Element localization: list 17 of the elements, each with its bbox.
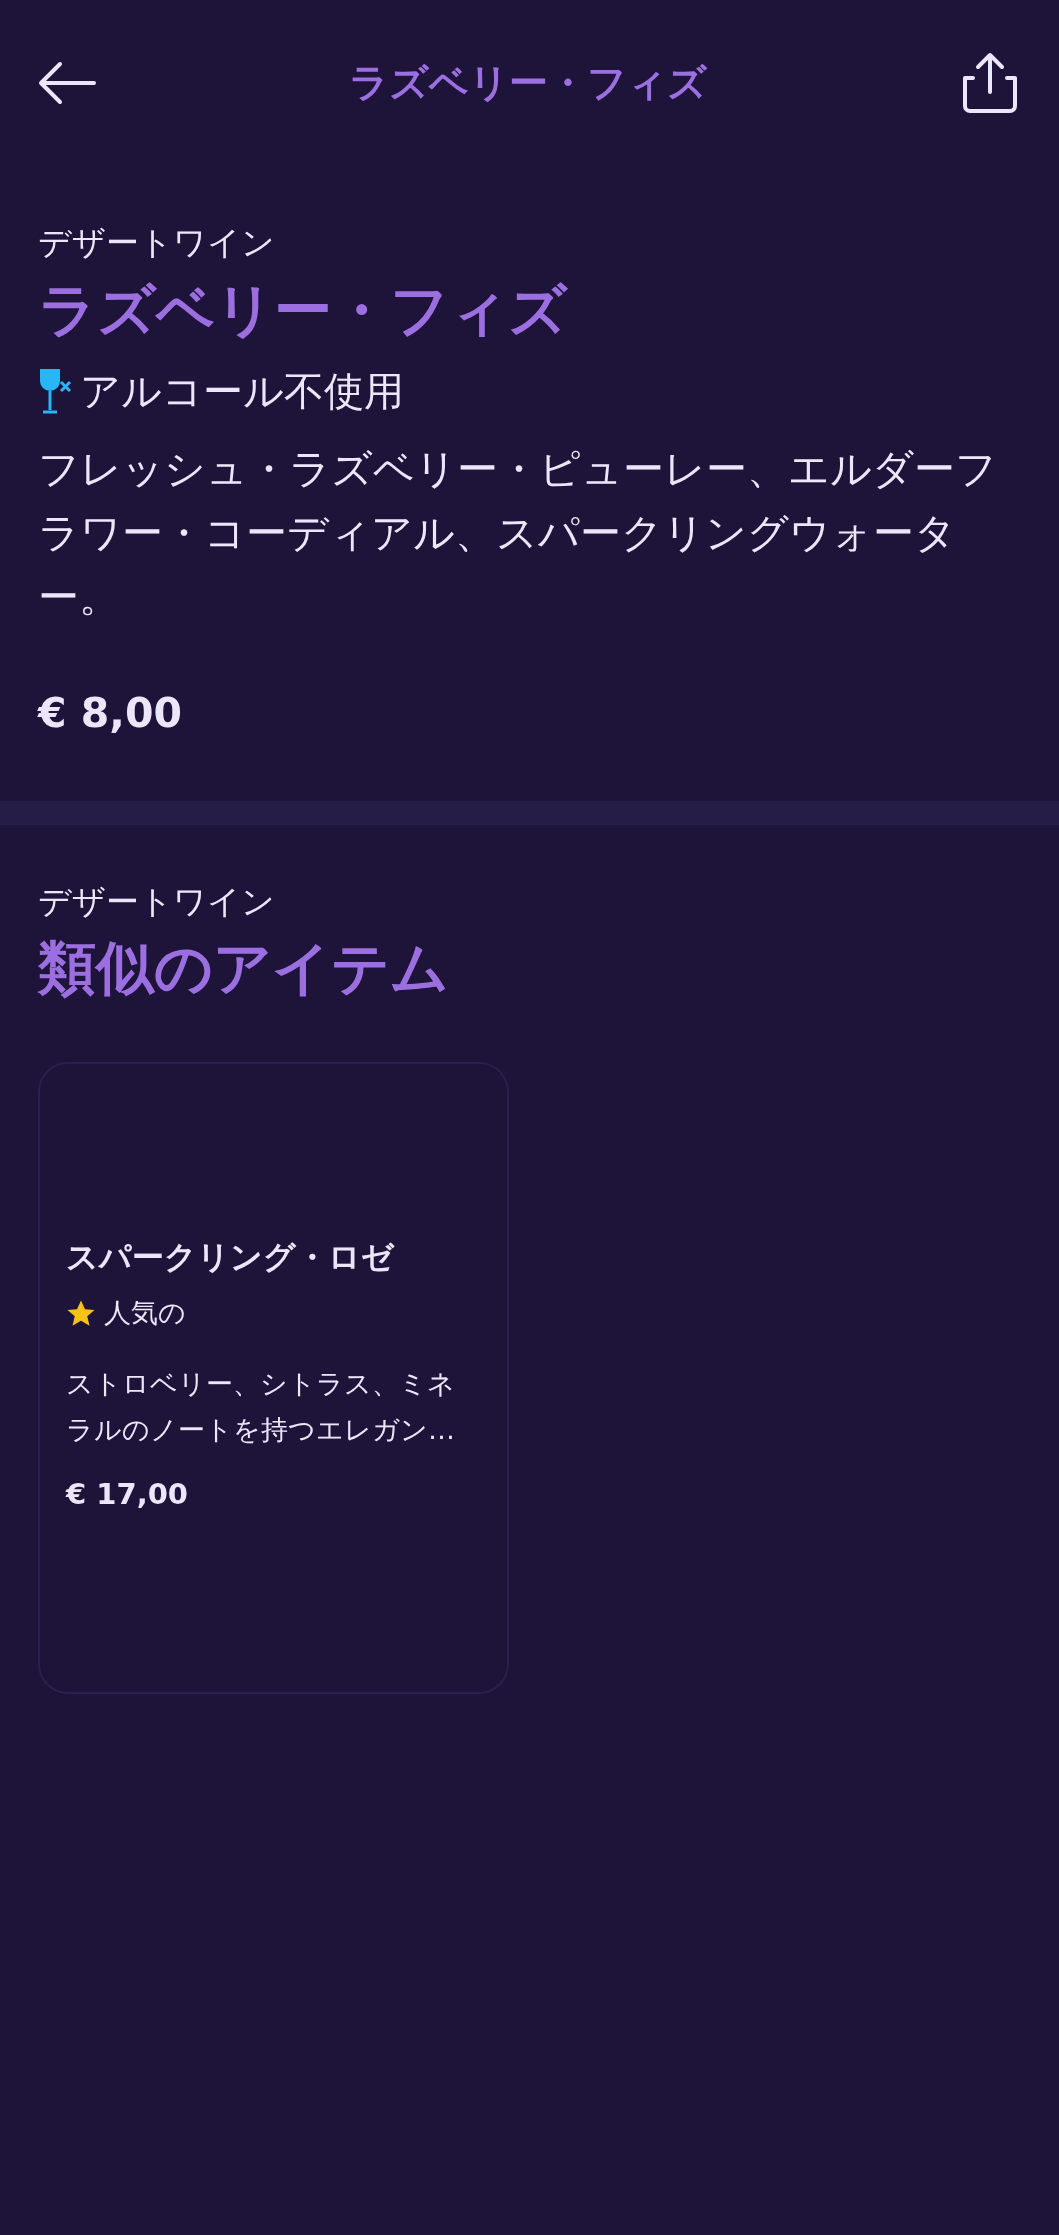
product-price: € 17,00 xyxy=(66,1476,189,1514)
category-label: デザートワイン xyxy=(38,222,276,264)
item-description: フレッシュ・ラズベリー・ピューレー、エルダーフラワー・コーディアル、スパークリングウォーター。 xyxy=(38,444,998,624)
item-name: ラズベリー・フィズ xyxy=(38,275,569,346)
section-heading: 類似のアイテム xyxy=(38,934,450,1004)
badge-label: 人気の xyxy=(104,1295,186,1330)
back-arrow-icon xyxy=(38,61,96,105)
product-name: スパークリング・ロゼ xyxy=(66,1238,396,1277)
item-price: € 8,00 xyxy=(38,688,183,740)
back-button[interactable] xyxy=(38,61,96,105)
category-label: デザートワイン xyxy=(38,880,276,923)
product-description: ストロベリー、シトラス、ミネラルのノートを持つエレガン… xyxy=(66,1367,456,1448)
tag-label: アルコール不使用 xyxy=(80,367,404,417)
product-card[interactable]: スパークリング・ロゼ 人気の ストロベリー、シトラス、ミネラルのノートを持つエレガン… € 17,00 xyxy=(38,1061,509,1694)
page-title: ラズベリー・フィズ xyxy=(348,59,707,107)
no-alcohol-glass-icon xyxy=(38,368,72,415)
star-icon xyxy=(66,1298,96,1328)
